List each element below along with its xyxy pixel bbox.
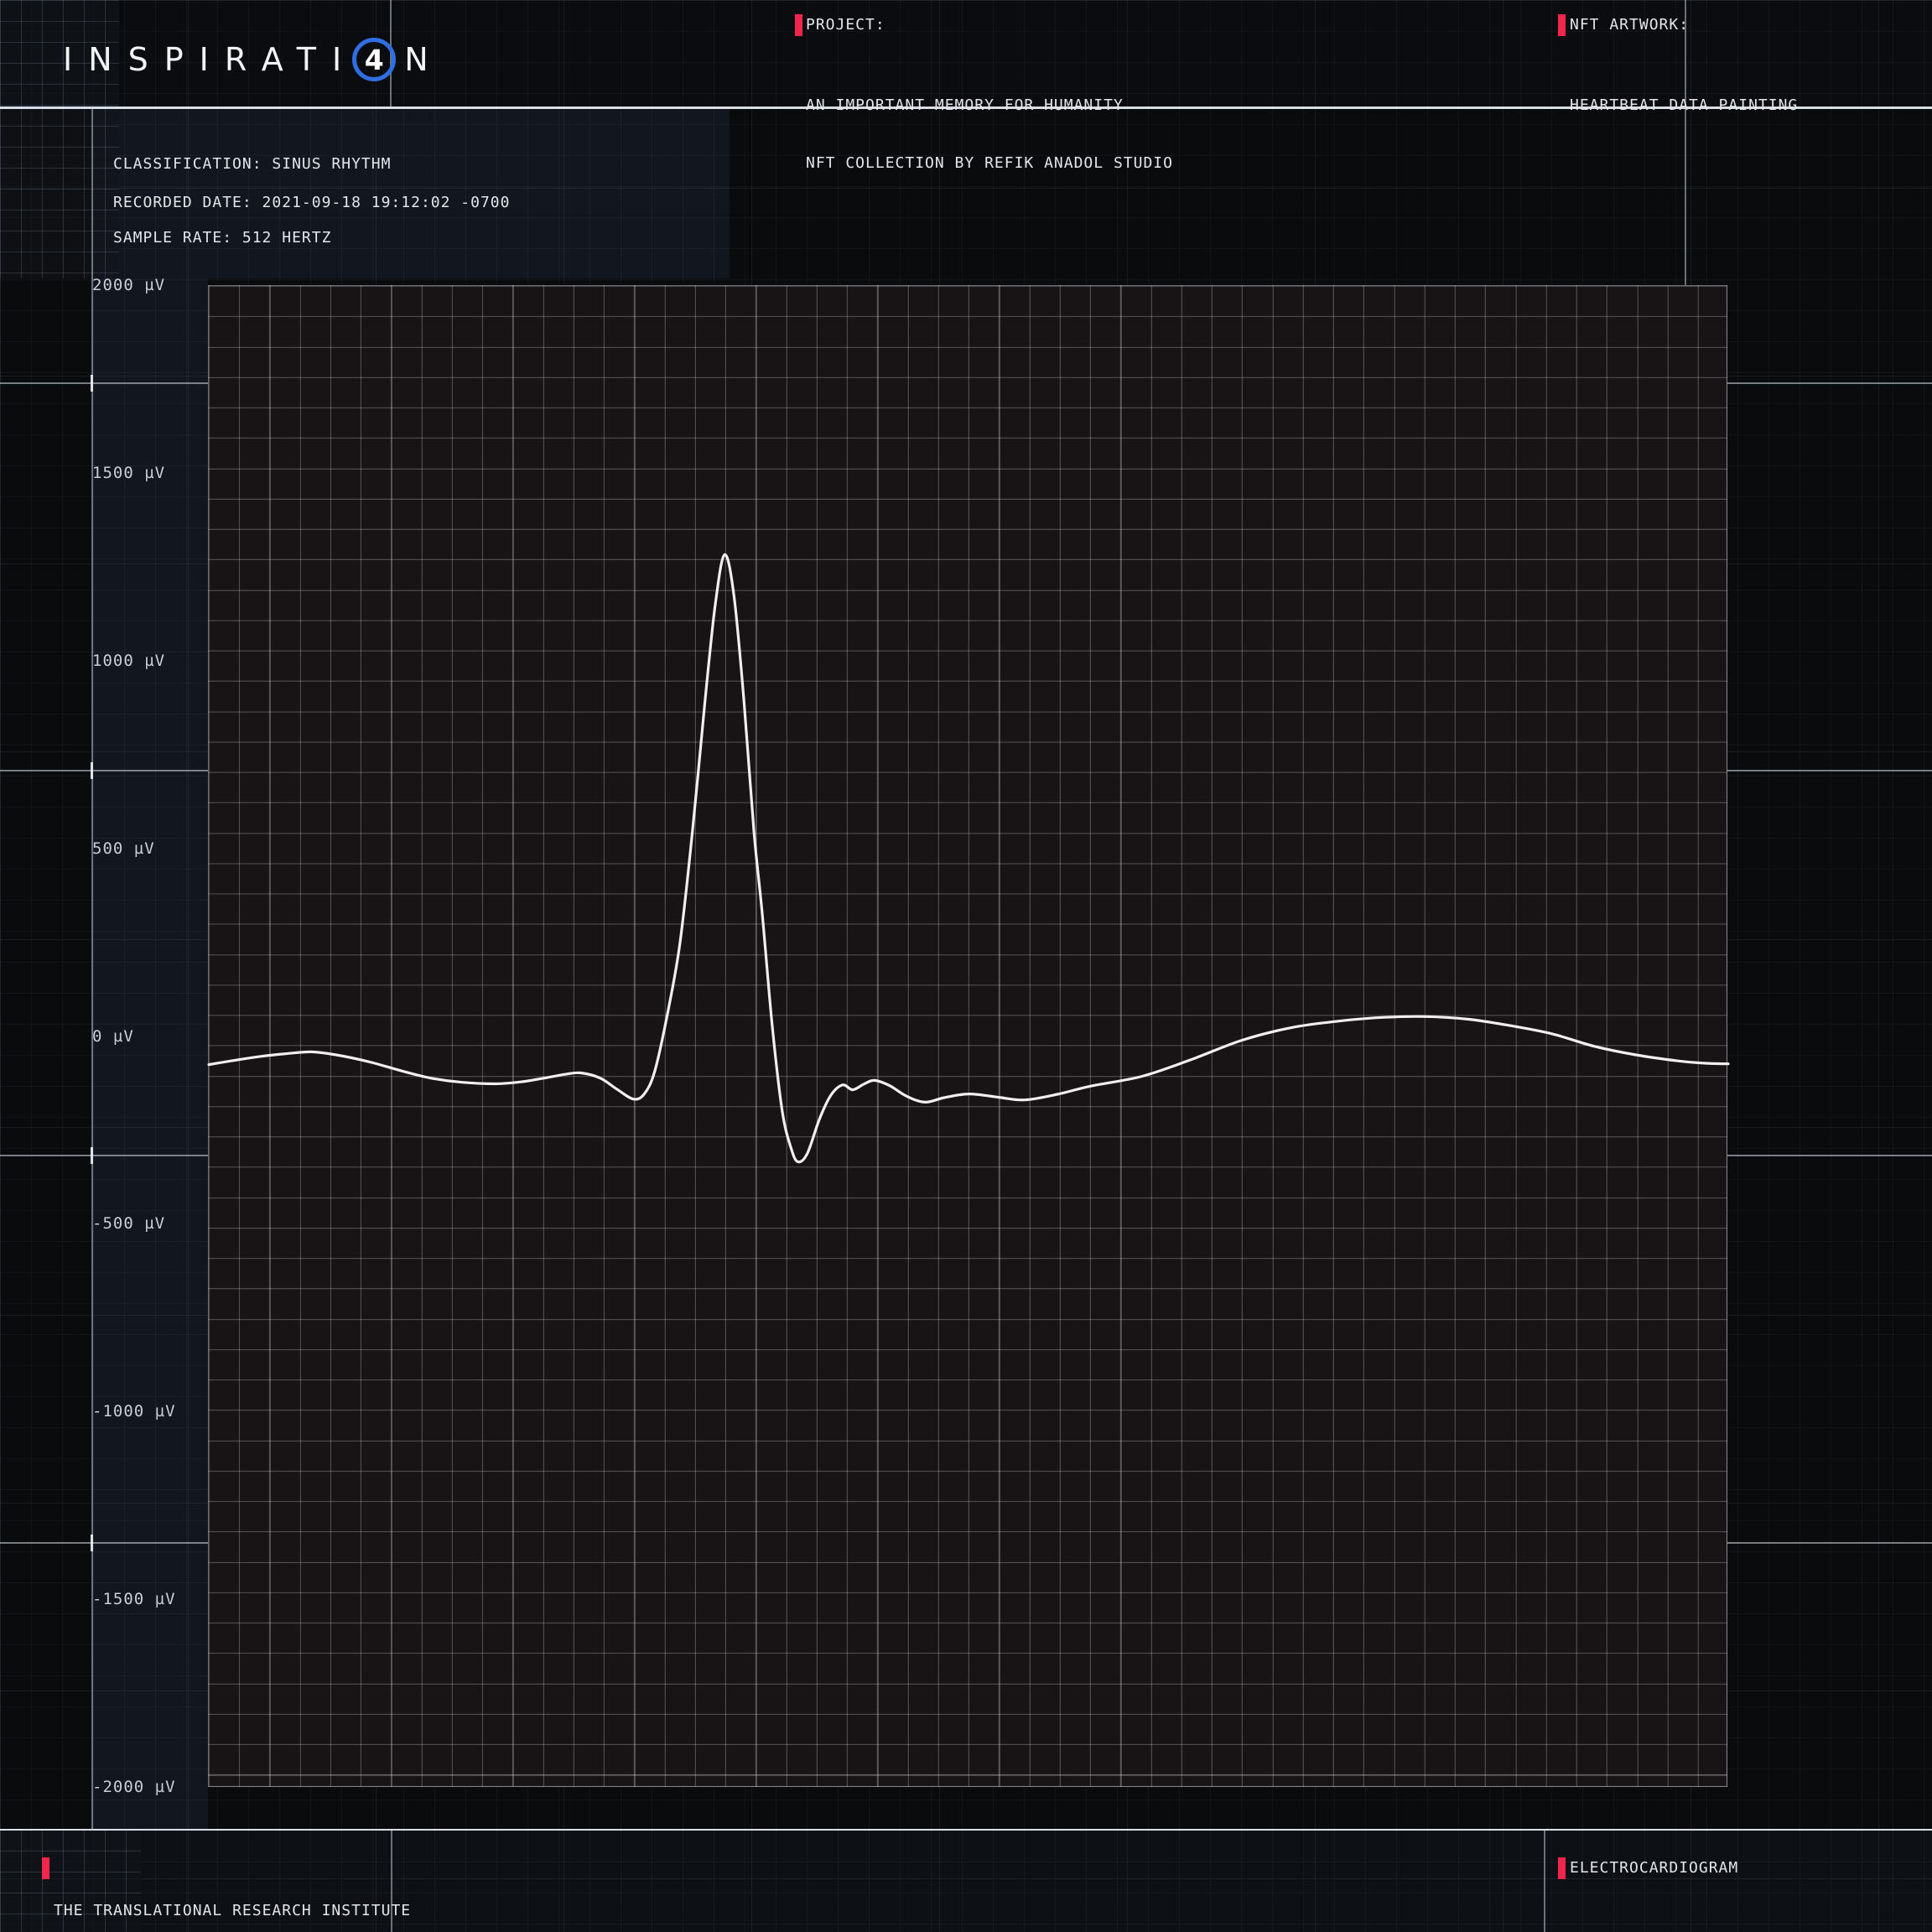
metadata-panel — [92, 107, 730, 278]
project-line-1: AN IMPORTANT MEMORY FOR HUMANITY — [806, 96, 1173, 115]
ecg-plot-area — [208, 285, 1727, 1787]
logo-circled-four: 4 — [352, 38, 396, 81]
footer-left-text: THE TRANSLATIONAL RESEARCH INSTITUTE FOR… — [54, 1858, 411, 1932]
tick-cross-3 — [91, 1147, 93, 1164]
logo-letters-post: N — [404, 34, 444, 86]
project-accent-bar — [795, 14, 802, 36]
artwork-label: NFT ARTWORK: — [1570, 14, 1689, 36]
footer-right-accent-bar — [1558, 1857, 1566, 1879]
project-lines: AN IMPORTANT MEMORY FOR HUMANITY NFT COL… — [806, 57, 1173, 211]
project-line-2: NFT COLLECTION BY REFIK ANADOL STUDIO — [806, 153, 1173, 173]
footer-left-accent-bar — [42, 1857, 49, 1879]
footer-right-label: ELECTROCARDIOGRAM — [1570, 1859, 1738, 1877]
ecg-waveform-svg — [209, 286, 1728, 1788]
logo-letters-pre: INSPIRATI — [63, 34, 357, 86]
tick-cross-2 — [91, 762, 93, 779]
recorded-date-line: RECORDED DATE: 2021-09-18 19:12:02 -0700 — [113, 194, 510, 211]
artwork-line-1: HEARTBEAT DATA PAINTING — [1570, 96, 1798, 115]
tick-cross-4 — [91, 1535, 93, 1551]
sample-rate-line: SAMPLE RATE: 512 HERTZ — [113, 229, 331, 247]
project-label: PROJECT: — [806, 14, 886, 36]
artwork-lines: HEARTBEAT DATA PAINTING — [1570, 57, 1798, 153]
ecg-waveform-trace — [209, 554, 1728, 1161]
inspiration4-logo: INSPIRATI 4 N — [63, 34, 444, 86]
artwork-accent-bar — [1558, 14, 1566, 36]
heartbeat-data-painting-canvas: INSPIRATI 4 N PROJECT: AN IMPORTANT MEMO… — [0, 0, 1932, 1932]
classification-line: CLASSIFICATION: SINUS RHYTHM — [113, 155, 391, 173]
tick-cross-1 — [91, 375, 93, 392]
footer-left-line-1: THE TRANSLATIONAL RESEARCH INSTITUTE — [54, 1900, 411, 1921]
y-axis-sidebar-panel — [92, 107, 208, 1830]
